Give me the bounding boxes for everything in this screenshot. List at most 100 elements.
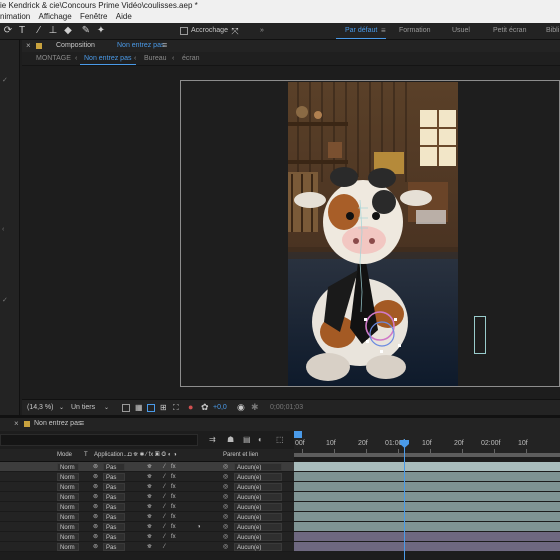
menu-item-animation[interactable]: nimation [0,11,30,23]
snapshot-camera-icon[interactable]: ◉ [237,402,245,413]
table-row[interactable]: Norm ⊚ Pas ⛯ ⁄ fx ◑ ◎ Aucun(e) [0,522,294,532]
panel-chevron-icon[interactable]: ✓ [2,76,8,84]
track-matte-dropdown[interactable]: Pas [103,493,125,501]
track-matte-dropdown[interactable]: Pas [103,533,125,541]
track-matte-dropdown[interactable]: Pas [103,523,125,531]
shy-switch-icon[interactable]: ⛯ [147,543,152,551]
expand-workspaces-icon[interactable]: » [260,27,264,34]
mode-dropdown[interactable]: Norm [57,483,79,491]
column-header-mode[interactable]: Mode [57,452,72,458]
matte-icon[interactable]: ⊚ [93,463,98,471]
timeline-tracks[interactable] [294,453,560,560]
column-header-parent[interactable]: Parent et lien [223,452,258,458]
parent-dropdown[interactable]: Aucun(e) [234,513,282,521]
time-ruler[interactable]: 00f 10f 20f 01:00f 10f 20f 02:00f 10f [294,431,560,453]
table-row[interactable]: Norm ⊚ Pas ⛯ ⁄ fx ◎ Aucun(e) [0,532,294,542]
clone-stamp-tool-icon[interactable]: ⊥ [47,25,59,37]
quality-switch-icon[interactable]: ⁄ [164,523,165,531]
zoom-dropdown[interactable]: (14,3 %) [27,404,53,411]
pick-whip-icon[interactable]: ◎ [223,533,228,541]
mode-dropdown[interactable]: Norm [57,493,79,501]
parent-dropdown[interactable]: Aucun(e) [234,483,282,491]
chevron-down-icon[interactable]: ⌄ [104,404,109,411]
pick-whip-icon[interactable]: ◎ [223,493,228,501]
layer-duration-bar[interactable] [294,502,560,511]
breadcrumb-item[interactable]: MONTAGE [36,55,71,62]
pick-whip-icon[interactable]: ◎ [223,463,228,471]
region-of-interest-icon[interactable] [122,404,130,412]
workspace-menu-icon[interactable]: ≡ [381,26,386,35]
workspace-training[interactable]: Formation [399,27,431,34]
rotate-tool-icon[interactable]: ⟳ [2,25,14,37]
quality-switch-icon[interactable]: ⁄ [164,503,165,511]
playhead-line[interactable] [404,439,405,560]
panel-menu-icon[interactable]: ≡ [79,418,84,428]
workspace-standard[interactable]: Usuel [452,27,470,34]
layer-duration-bar[interactable] [294,472,560,481]
menu-item-window[interactable]: Fenêtre [80,11,108,23]
layer-duration-bar[interactable] [294,462,560,471]
pick-whip-icon[interactable]: ◎ [223,513,228,521]
parent-dropdown[interactable]: Aucun(e) [234,533,282,541]
offscreen-layer-bounds[interactable] [474,316,486,354]
motion-blur-switch-icon[interactable]: ◑ [197,523,201,531]
effects-switch-icon[interactable]: fx [171,533,176,541]
table-row[interactable]: Norm ⊚ Pas ⛯ ⁄ fx ◎ Aucun(e) [0,462,294,472]
mode-dropdown[interactable]: Norm [57,533,79,541]
matte-icon[interactable]: ⊚ [93,523,98,531]
roto-brush-tool-icon[interactable]: ✎ [80,25,92,37]
quality-switch-icon[interactable]: ⁄ [164,493,165,501]
puppet-pin-tool-icon[interactable]: ✦ [95,25,107,37]
video-frame-image[interactable] [288,82,458,386]
effects-switch-icon[interactable]: fx [171,483,176,491]
snap-options-icon[interactable]: ⤧ [229,25,241,37]
parent-dropdown[interactable]: Aucun(e) [234,543,282,551]
parent-dropdown[interactable]: Aucun(e) [234,523,282,531]
chevron-down-icon[interactable]: ⌄ [59,404,64,411]
matte-icon[interactable]: ⊚ [93,513,98,521]
parent-dropdown[interactable]: Aucun(e) [234,503,282,511]
shy-switch-icon[interactable]: ⛯ [147,473,152,481]
matte-icon[interactable]: ⊚ [93,503,98,511]
effects-switch-icon[interactable]: fx [171,473,176,481]
color-channels-icon[interactable]: ● [188,402,193,412]
mode-dropdown[interactable]: Norm [57,503,79,511]
table-row[interactable]: Norm ⊚ Pas ⛯ ⁄ fx ◎ Aucun(e) [0,482,294,492]
shy-switch-icon[interactable]: ⛯ [147,463,152,471]
pick-whip-icon[interactable]: ◎ [223,543,228,551]
composition-flowchart-icon[interactable]: ⇉ [209,435,216,444]
quality-switch-icon[interactable]: ⁄ [164,463,165,471]
grid-guides-icon[interactable]: ⊞ [160,403,167,412]
table-row[interactable]: Norm ⊚ Pas ⛯ ⁄ fx ◎ Aucun(e) [0,512,294,522]
parent-dropdown[interactable]: Aucun(e) [234,473,282,481]
layer-duration-bar[interactable] [294,512,560,521]
shy-switch-icon[interactable]: ⛯ [147,493,152,501]
effects-switch-icon[interactable]: fx [171,463,176,471]
track-matte-dropdown[interactable]: Pas [103,463,125,471]
mask-visibility-icon[interactable] [147,404,155,412]
shy-switch-icon[interactable]: ⛯ [147,483,152,491]
shy-switch-icon[interactable]: ⛯ [147,523,152,531]
menu-item-help[interactable]: Aide [116,11,132,23]
menu-item-view[interactable]: Affichage [38,11,71,23]
table-row[interactable]: Norm ⊚ Pas ⛯ ⁄ fx ◎ Aucun(e) [0,472,294,482]
pick-whip-icon[interactable]: ◎ [223,473,228,481]
layer-duration-bar[interactable] [294,522,560,531]
effects-switch-icon[interactable]: fx [171,493,176,501]
panel-menu-icon[interactable]: ≡ [162,40,167,50]
track-matte-dropdown[interactable]: Pas [103,483,125,491]
show-snapshot-icon[interactable]: ✱ [251,402,259,413]
color-management-icon[interactable]: ✿ [201,402,209,413]
workspace-libraries[interactable]: Bibli [546,27,559,34]
work-area-start-handle[interactable] [294,431,302,438]
workspace-small-screen[interactable]: Petit écran [493,27,526,34]
mode-dropdown[interactable]: Norm [57,523,79,531]
column-header-track-matte[interactable]: Application... [94,452,128,458]
panel-chevron-icon[interactable]: ‹ [2,226,4,233]
transparency-grid-icon[interactable]: ▦ [135,403,143,412]
motion-blur-icon[interactable]: ◐ [258,435,263,444]
layer-duration-bar[interactable] [294,542,560,551]
track-matte-dropdown[interactable]: Pas [103,473,125,481]
workspace-default[interactable]: Par défaut [345,27,377,34]
table-row[interactable]: Norm ⊚ Pas ⛯ ⁄ ◎ Aucun(e) [0,542,294,552]
